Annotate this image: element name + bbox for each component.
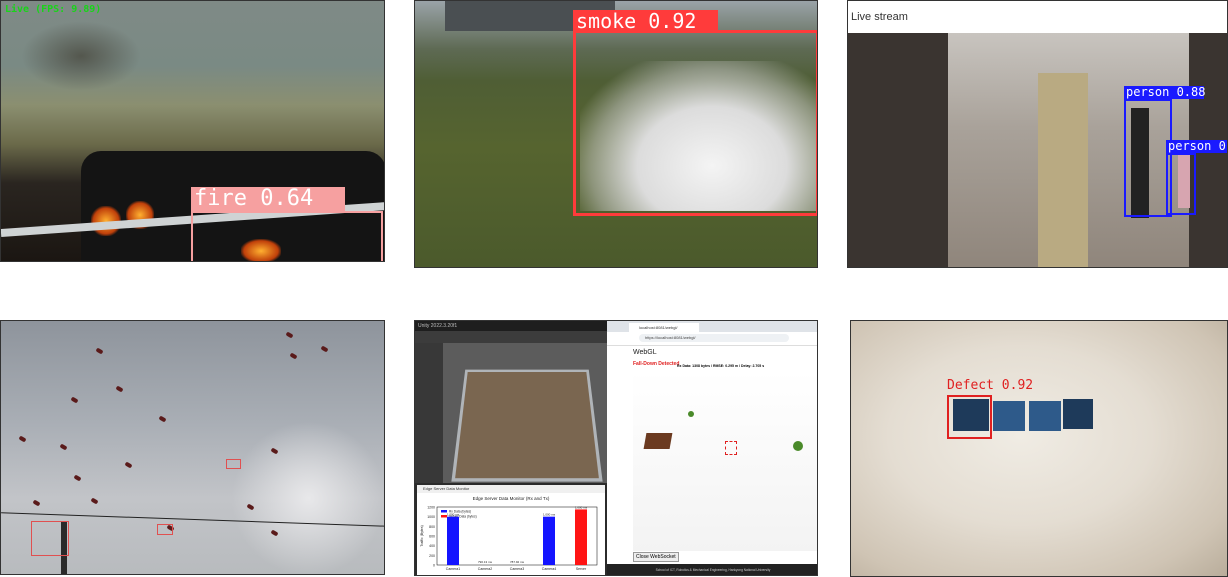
y-axis-label: Traffic (Bytes) [420, 525, 424, 547]
x-tick-label: Camera3 [510, 567, 524, 571]
data-label: 1,000 ms [543, 513, 556, 517]
room-floor [451, 369, 603, 482]
defect-bounding-box [947, 395, 992, 439]
fallen-person-model [725, 441, 737, 455]
y-tick-label: 600 [429, 535, 435, 539]
url-bar[interactable]: https://localhost:8081/webgl/ [639, 334, 789, 342]
smoke-detection-panel: smoke 0.92 [414, 0, 818, 268]
bird [95, 347, 104, 355]
x-tick-label: Server [576, 567, 587, 571]
cloud [231, 421, 384, 574]
part [1029, 401, 1061, 431]
bird [73, 474, 82, 482]
tree-model [688, 411, 694, 417]
data-label: 1,000 ms [575, 505, 588, 509]
person-box-2 [1166, 153, 1196, 215]
stats-readout: Rx Data: 1308 bytes / RMSE: 0.295 m / De… [677, 364, 765, 368]
webgl-heading: WebGL [633, 349, 657, 356]
bar [447, 516, 459, 565]
bar [575, 509, 587, 565]
simulation-panel: Unity 2022.3.20f1 Edge Server Data Monit… [414, 320, 818, 576]
y-tick-label: 1200 [427, 506, 435, 510]
stream-header: Live stream [851, 11, 908, 23]
webgl-canvas [633, 371, 817, 551]
bird [285, 331, 294, 339]
tree-model [793, 441, 803, 451]
part [993, 401, 1025, 431]
bird [158, 415, 167, 423]
tactile-path [1038, 73, 1088, 267]
fire-detection-panel: Live (FPS: 9.89) fire 0.64 [0, 0, 385, 262]
browser-window: localhost:8081/webgl/ https://localhost:… [607, 321, 817, 575]
bird [18, 435, 27, 443]
monitor-title: Edge Server Data Monitor [417, 485, 605, 493]
bird [289, 352, 298, 360]
x-tick-label: Camera1 [446, 567, 460, 571]
close-websocket-button[interactable]: Close WebSocket [633, 552, 679, 562]
browser-toolbar: https://localhost:8081/webgl/ [607, 332, 817, 346]
bird [32, 499, 41, 507]
bird [320, 345, 329, 353]
person-box-1 [1124, 99, 1172, 217]
defect-label: Defect 0.92 [947, 378, 1034, 393]
browser-tabbar: localhost:8081/webgl/ [607, 321, 817, 332]
defect-detection-panel: Defect 0.92 [850, 320, 1228, 577]
smoke-label: smoke 0.92 [573, 10, 718, 32]
tab-webgl[interactable]: localhost:8081/webgl/ [629, 323, 699, 332]
bar [543, 516, 555, 565]
bird-box [157, 524, 173, 535]
fire-label: fire 0.64 [191, 187, 345, 211]
fps-overlay: Live (FPS: 9.89) [5, 4, 102, 15]
sofa-model [643, 433, 673, 449]
bird [115, 385, 124, 393]
data-monitor-window: Edge Server Data Monitor Edge Server Dat… [417, 485, 605, 575]
x-tick-label: Camera2 [478, 567, 492, 571]
bird [90, 497, 99, 505]
x-tick-label: Camera4 [542, 567, 556, 571]
bird-box [31, 521, 69, 556]
y-tick-label: 400 [429, 544, 435, 548]
data-label: 787.92 ms [510, 560, 525, 564]
bird-detection-panel [0, 320, 385, 575]
bird [70, 396, 79, 404]
smoke-blob [21, 21, 141, 91]
fall-alert: Fall-Down Detected [633, 361, 680, 367]
bird [59, 443, 68, 451]
data-label: 790.13 ms [478, 560, 493, 564]
y-tick-label: 1000 [427, 515, 435, 519]
bird-box [226, 459, 241, 469]
y-tick-label: 800 [429, 525, 435, 529]
y-tick-label: 200 [429, 554, 435, 558]
hierarchy-panel [415, 343, 443, 483]
smoke-bounding-box [573, 30, 817, 216]
data-label: 1,000 ms [447, 513, 460, 517]
bird [124, 461, 133, 469]
archway-left [848, 33, 948, 267]
footer: School of ICT, Robotics & Mechanical Eng… [607, 564, 817, 575]
unity-titlebar: Unity 2022.3.20f1 [415, 321, 607, 331]
scene-view [443, 343, 607, 483]
part [1063, 399, 1093, 429]
unity-toolbar [415, 331, 607, 343]
person-detection-panel: Live stream person 0.88 person 0. [847, 0, 1228, 268]
person-label-1: person 0.88 [1124, 85, 1206, 99]
traffic-bar-chart: 020040060080010001200Traffic (Bytes)Rx D… [420, 505, 598, 571]
person-label-2: person 0. [1166, 139, 1228, 153]
y-tick-label: 0 [433, 564, 435, 568]
fire-bounding-box [191, 211, 383, 261]
